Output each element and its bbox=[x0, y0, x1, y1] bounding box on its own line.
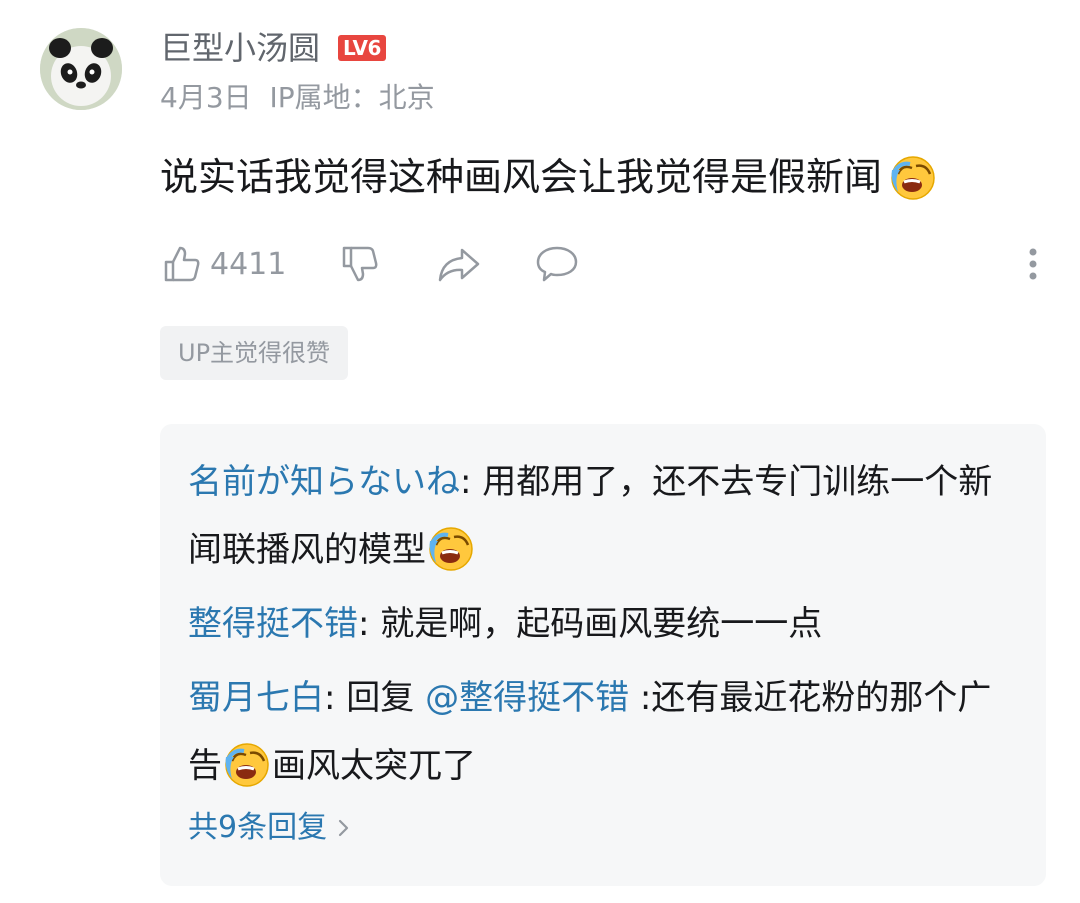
reply-item[interactable]: 整得挺不错: 就是啊，起码画风要统一一点 bbox=[188, 590, 1018, 658]
laugh-cry-emoji-icon bbox=[429, 527, 473, 571]
panda-avatar-icon bbox=[40, 28, 122, 110]
level-badge: LV6 bbox=[338, 35, 386, 61]
comment-text: 说实话我觉得这种画风会让我觉得是假新闻 bbox=[160, 150, 938, 204]
comment-bubble-icon bbox=[536, 246, 578, 282]
reply-separator: : bbox=[358, 604, 381, 644]
comment-actions: 4411 bbox=[160, 240, 1040, 288]
dislike-button[interactable] bbox=[338, 240, 382, 288]
like-button[interactable]: 4411 bbox=[160, 240, 286, 288]
ip-location: IP属地：北京 bbox=[269, 81, 435, 114]
reply-item[interactable]: 蜀月七白: 回复 @整得挺不错 :还有最近花粉的那个广告 画风太突兀了 bbox=[188, 664, 1018, 800]
more-options-button[interactable] bbox=[1026, 240, 1040, 288]
comment-author[interactable]: 巨型小汤圆 LV6 bbox=[160, 28, 386, 68]
reply-separator: : bbox=[324, 678, 347, 718]
reply-text-continued: 画风太突兀了 bbox=[272, 746, 476, 786]
username[interactable]: 巨型小汤圆 bbox=[160, 28, 320, 68]
more-vertical-icon bbox=[1029, 248, 1037, 280]
reply-author[interactable]: 整得挺不错 bbox=[188, 604, 358, 644]
chevron-right-icon bbox=[338, 819, 349, 837]
laugh-cry-emoji-icon bbox=[225, 743, 269, 787]
reply-count-label: 共9条回复 bbox=[188, 810, 328, 845]
comment-date: 4月3日 bbox=[160, 81, 252, 114]
avatar[interactable] bbox=[40, 28, 122, 110]
reply-item[interactable]: 名前が知らないね: 用都用了，还不去专门训练一个新闻联播风的模型 bbox=[188, 448, 1018, 584]
reply-button[interactable] bbox=[534, 240, 580, 288]
share-button[interactable] bbox=[436, 240, 482, 288]
like-count: 4411 bbox=[210, 246, 287, 282]
reply-mention[interactable]: @整得挺不错 bbox=[425, 678, 629, 718]
reply-author[interactable]: 蜀月七白 bbox=[188, 678, 324, 718]
up-liked-tag: UP主觉得很赞 bbox=[160, 326, 349, 380]
replies-panel: 名前が知らないね: 用都用了，还不去专门训练一个新闻联播风的模型 整得挺不错: … bbox=[160, 424, 1046, 886]
thumbs-down-icon bbox=[342, 246, 378, 282]
reply-author[interactable]: 名前が知らないね bbox=[188, 462, 460, 502]
view-all-replies-link[interactable]: 共9条回复 bbox=[188, 808, 351, 848]
laugh-cry-emoji-icon bbox=[891, 156, 935, 200]
comment-meta: 4月3日 IP属地：北京 bbox=[160, 80, 435, 116]
thumbs-up-icon bbox=[164, 246, 200, 282]
reply-prefix: 回复 bbox=[346, 678, 426, 718]
share-icon bbox=[438, 248, 480, 282]
reply-text: 就是啊，起码画风要统一一点 bbox=[380, 604, 823, 644]
reply-separator: : bbox=[460, 462, 483, 502]
comment-body: 说实话我觉得这种画风会让我觉得是假新闻 bbox=[160, 155, 883, 199]
